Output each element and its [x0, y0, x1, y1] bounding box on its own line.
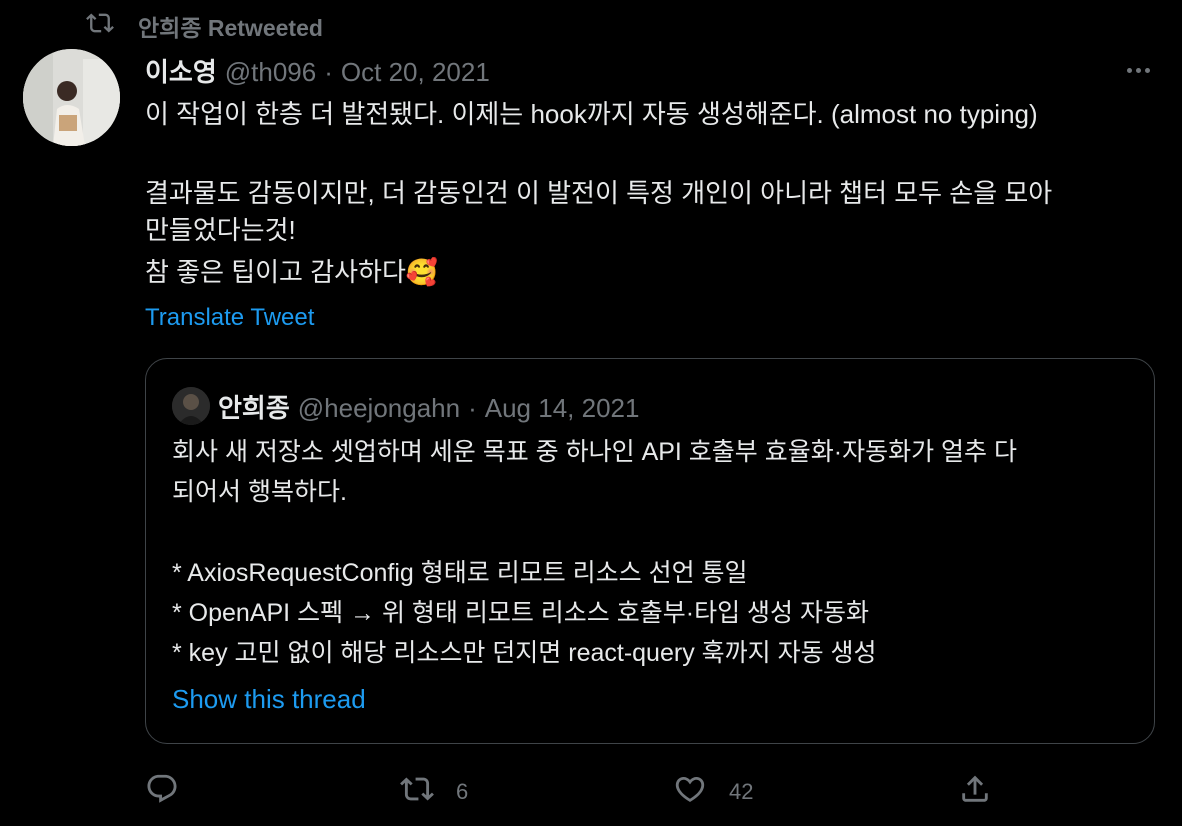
translate-tweet-link[interactable]: Translate Tweet — [145, 304, 314, 332]
show-thread-link[interactable]: Show this thread — [172, 684, 366, 715]
quoted-text-para1: 회사 새 저장소 셋업하며 세운 목표 중 하나인 API 호출부 효율화·자동… — [172, 438, 1017, 506]
quoted-bullet-3: * key 고민 없이 해당 리소스만 던지면 react-query 훅까지 … — [172, 639, 877, 667]
like-button[interactable]: 42 — [673, 772, 753, 812]
avatar[interactable] — [23, 49, 120, 146]
quoted-display-name[interactable]: 안희종 — [218, 388, 290, 425]
quoted-bullet-1: * AxiosRequestConfig 형태로 리모트 리소스 선언 통일 — [172, 559, 748, 587]
tweet-text-para2: 결과물도 감동이지만, 더 감동인건 이 발전이 특정 개인이 아니라 챕터 모… — [145, 178, 1053, 245]
quoted-date[interactable]: Aug 14, 2021 — [485, 393, 640, 424]
share-button[interactable] — [958, 772, 992, 812]
tweet-text-line1: 이 작업이 한층 더 발전됐다. 이제는 hook까지 자동 생성해준다. (a… — [145, 99, 1038, 129]
tweet-header: 이소영 @th096 · Oct 20, 2021 — [145, 52, 490, 89]
smiling-hearts-emoji: 🥰 — [405, 257, 439, 287]
retweet-icon — [400, 772, 434, 812]
heart-icon — [673, 772, 707, 812]
tweet-text-line3: 참 좋은 팁이고 감사하다 — [145, 257, 406, 287]
more-options-icon[interactable] — [1120, 54, 1156, 86]
quoted-handle[interactable]: @heejongahn — [298, 393, 460, 424]
retweet-context: 안희종 Retweeted — [86, 10, 323, 42]
display-name[interactable]: 이소영 — [145, 52, 217, 89]
quoted-bullet-2: * OpenAPI 스펙 → 위 형태 리모트 리소스 호출부·타입 생성 자동… — [172, 599, 869, 627]
quoted-avatar[interactable] — [172, 387, 210, 425]
tweet-date[interactable]: Oct 20, 2021 — [341, 57, 490, 88]
retweet-button[interactable]: 6 — [400, 772, 468, 812]
quoted-tweet-header: 안희종 @heejongahn · Aug 14, 2021 — [218, 388, 639, 425]
tweet-text-line3-wrap: 참 좋은 팁이고 감사하다🥰 — [145, 254, 1155, 291]
reply-icon — [145, 772, 179, 812]
quoted-separator: · — [468, 393, 477, 423]
retweet-count: 6 — [456, 779, 469, 804]
handle[interactable]: @th096 — [225, 57, 316, 88]
retweet-icon — [86, 9, 114, 43]
separator: · — [324, 57, 333, 87]
reply-button[interactable] — [145, 772, 201, 812]
share-icon — [958, 772, 992, 812]
retweeted-by-label[interactable]: 안희종 Retweeted — [138, 9, 323, 43]
like-count: 42 — [729, 779, 754, 804]
